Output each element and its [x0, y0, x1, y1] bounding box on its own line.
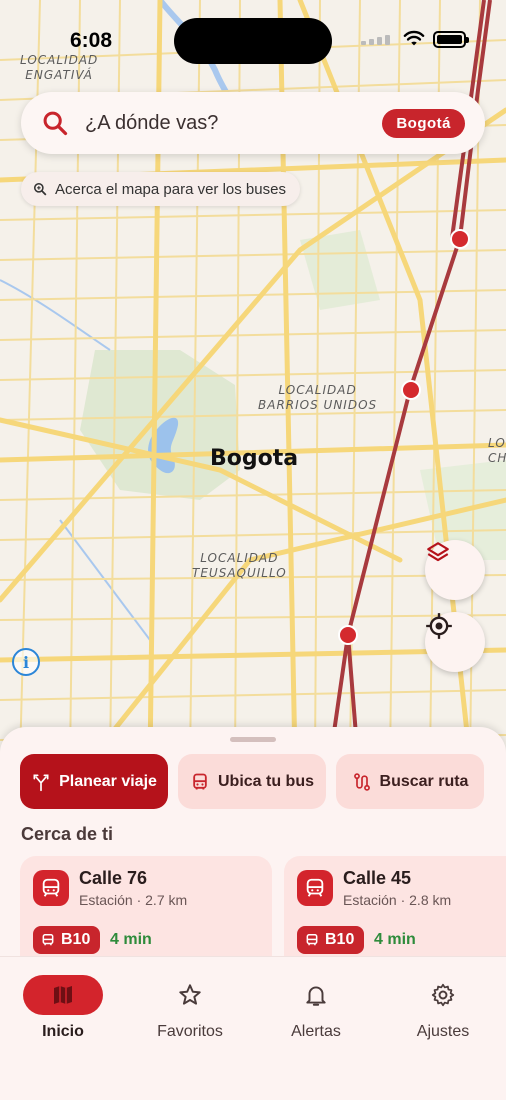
city-selector-chip[interactable]: Bogotá [382, 108, 465, 138]
gear-icon [431, 983, 455, 1007]
search-bar[interactable]: ¿A dónde vas? Bogotá [21, 92, 485, 154]
bottom-sheet[interactable]: Planear viaje Ubica tu bus Buscar ruta C… [0, 727, 506, 960]
bus-icon [42, 933, 54, 946]
status-time: 6:08 [70, 29, 113, 52]
stop-meta: Estación · 2.8 km [343, 892, 452, 908]
stop-name: Calle 76 [79, 868, 148, 888]
stop-meta: Estación · 2.7 km [79, 892, 188, 908]
bottom-navigation: Inicio Favoritos Alertas Ajustes [0, 956, 506, 1100]
cellular-signal-icon [361, 35, 390, 45]
bell-icon [306, 986, 326, 1006]
nav-label: Ajustes [416, 1023, 470, 1040]
zoom-hint-chip: Acerca el mapa para ver los buses [21, 172, 300, 206]
station-icon [297, 870, 333, 906]
nav-label: Inicio [42, 1023, 84, 1040]
nav-active-indicator [23, 975, 103, 1015]
map-attribution-info-icon[interactable]: i [12, 648, 40, 676]
star-icon [179, 984, 201, 1005]
route-icon [353, 772, 370, 791]
nav-item-favoritos[interactable]: Favoritos [127, 975, 253, 1041]
eta-text: 4 min [374, 931, 416, 948]
nav-label: Favoritos [157, 1023, 223, 1040]
district-label-chapinero-partial: LO CH [488, 436, 506, 465]
map-icon [54, 986, 72, 1004]
my-location-button[interactable] [425, 612, 485, 672]
plan-trip-button[interactable]: Planear viaje [20, 754, 168, 809]
nearby-stops-carousel[interactable]: Calle 76 Estación · 2.7 km B10 4 min Cal… [20, 856, 506, 960]
split-route-icon [33, 774, 49, 791]
wifi-icon [403, 30, 425, 46]
plan-trip-label: Planear viaje [59, 772, 157, 790]
route-code: B10 [61, 931, 91, 948]
crosshair-location-icon [426, 613, 452, 639]
nav-label: Alertas [291, 1023, 341, 1040]
stop-name: Calle 45 [343, 868, 412, 888]
district-label-barrios-unidos: LOCALIDAD BARRIOS UNIDOS [258, 383, 378, 412]
sheet-drag-handle[interactable] [230, 737, 276, 742]
layers-icon [427, 542, 449, 562]
station-icon [33, 870, 69, 906]
nav-item-ajustes[interactable]: Ajustes [380, 975, 506, 1041]
search-route-label: Buscar ruta [379, 772, 469, 790]
nav-item-inicio[interactable]: Inicio [0, 975, 126, 1041]
route-badge[interactable]: B10 [33, 926, 101, 954]
eta-text: 4 min [110, 931, 152, 948]
search-icon [43, 111, 68, 136]
bus-icon [306, 933, 318, 946]
district-label-teusaquillo: LOCALIDAD TEUSAQUILLO [192, 551, 287, 580]
district-label-engativa: LOCALIDAD ENGATIVÁ [20, 53, 99, 82]
stop-card[interactable]: Calle 76 Estación · 2.7 km B10 4 min [20, 856, 272, 960]
zoom-in-icon [33, 182, 47, 196]
battery-icon [433, 30, 469, 48]
route-badge[interactable]: B10 [297, 926, 365, 954]
city-label: Bogota [210, 446, 299, 471]
search-route-button[interactable]: Buscar ruta [336, 754, 484, 809]
dynamic-island [174, 18, 332, 64]
locate-bus-button[interactable]: Ubica tu bus [178, 754, 326, 809]
map-layers-button[interactable] [425, 540, 485, 600]
zoom-hint-text: Acerca el mapa para ver los buses [55, 180, 286, 198]
stop-card[interactable]: Calle 45 Estación · 2.8 km B10 4 min [284, 856, 506, 960]
quick-actions: Planear viaje Ubica tu bus Buscar ruta [20, 754, 484, 809]
locate-bus-label: Ubica tu bus [217, 772, 314, 790]
nearby-section-title: Cerca de ti [21, 824, 114, 844]
search-input[interactable]: ¿A dónde vas? [85, 112, 382, 135]
nav-item-alertas[interactable]: Alertas [253, 975, 379, 1041]
route-code: B10 [325, 931, 355, 948]
bus-icon [193, 773, 207, 789]
status-icons [361, 30, 469, 48]
